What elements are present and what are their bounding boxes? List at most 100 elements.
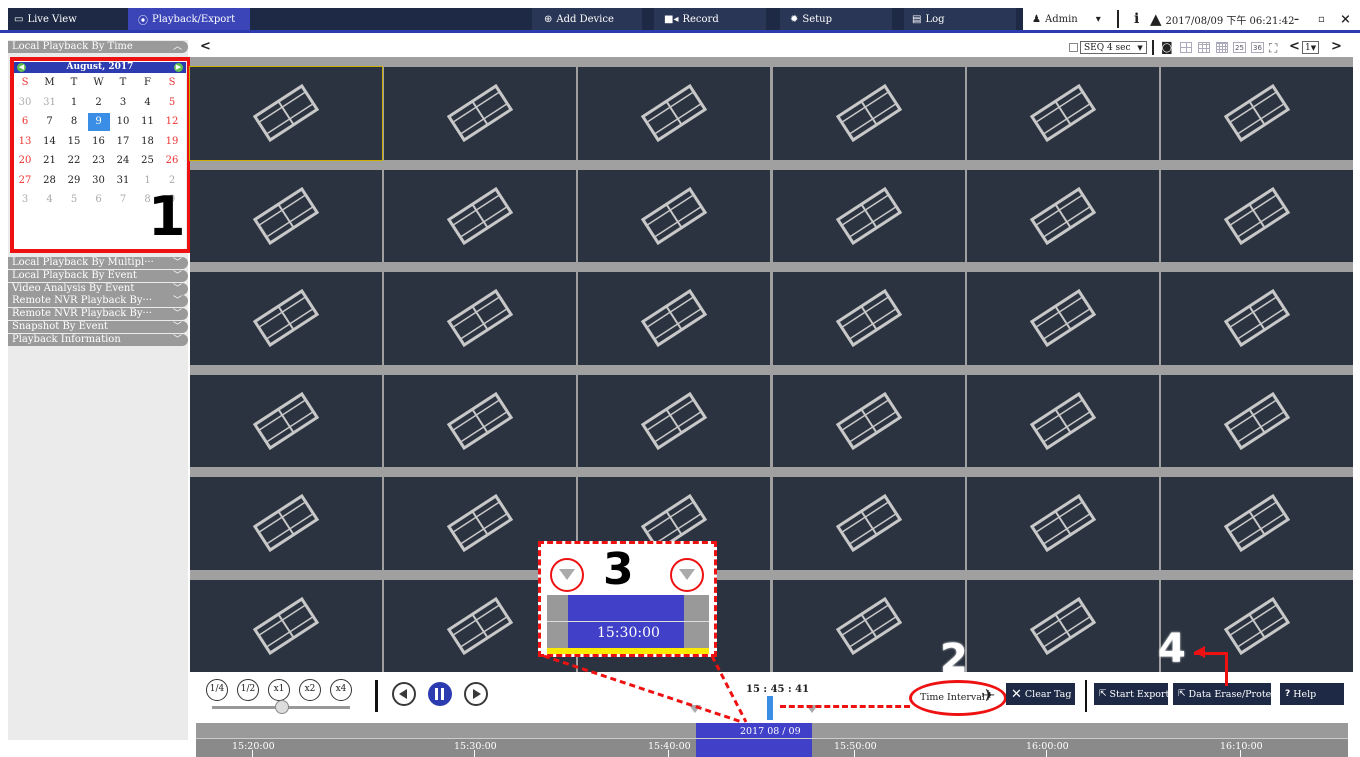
data-erase-protect-button[interactable]: ⇱ Data Erase/Protect ▼ <box>1173 683 1289 705</box>
video-channel-tile[interactable] <box>384 374 577 467</box>
step-back-button[interactable] <box>392 682 416 706</box>
pin-icon[interactable]: ✈ <box>981 686 995 706</box>
tab-live-view[interactable]: ▭ Live View <box>14 10 77 28</box>
sidebar-section[interactable]: Snapshot By Event ﹀ <box>8 321 188 333</box>
video-channel-tile[interactable] <box>384 67 577 160</box>
video-channel-tile[interactable] <box>966 374 1159 467</box>
video-channel-tile[interactable] <box>190 477 383 570</box>
sidebar-section[interactable]: Video Analysis By Event ﹀ <box>8 282 188 295</box>
playhead[interactable] <box>767 696 773 720</box>
layout-25-icon[interactable]: 25 <box>1233 42 1246 53</box>
video-channel-tile[interactable] <box>772 67 965 160</box>
sidebar-section[interactable]: Remote NVR Playback By··· ﹀ <box>8 295 188 308</box>
record-label: Record <box>682 13 719 25</box>
video-channel-tile[interactable] <box>772 579 965 672</box>
film-icon <box>1029 391 1096 450</box>
film-icon <box>1029 289 1096 348</box>
clear-tag-button[interactable]: ✕ Clear Tag <box>1006 683 1075 705</box>
video-channel-tile[interactable] <box>1160 169 1353 262</box>
video-channel-tile[interactable] <box>578 67 771 160</box>
video-channel-tile[interactable] <box>190 169 383 262</box>
video-channel-tile[interactable] <box>966 579 1159 672</box>
interval-start-marker-icon[interactable] <box>689 705 701 713</box>
film-icon <box>641 84 708 143</box>
video-channel-tile[interactable] <box>1160 272 1353 365</box>
user-menu[interactable]: ♟ Admin ▾ <box>1032 10 1101 28</box>
speed-button-x2[interactable]: x2 <box>299 679 321 701</box>
video-channel-tile[interactable] <box>966 477 1159 570</box>
sidebar-section[interactable]: Remote NVR Playback By··· ﹀ <box>8 308 188 321</box>
info-button[interactable]: i <box>1134 10 1139 28</box>
speed-button-x4[interactable]: x4 <box>330 679 352 701</box>
timeline-tick <box>854 750 855 757</box>
log-button[interactable]: ▤ Log <box>912 10 945 28</box>
close-button[interactable]: × <box>1340 10 1351 28</box>
camera-snapshot-icon[interactable]: ◙ <box>1161 40 1173 54</box>
layout-36-icon[interactable]: 36 <box>1251 42 1264 53</box>
video-channel-tile[interactable] <box>188 66 384 161</box>
start-export-button[interactable]: ⇱ Start Export <box>1094 683 1169 705</box>
video-channel-tile[interactable] <box>772 169 965 262</box>
tab-playback-export[interactable]: ⦿ Playback/Export <box>138 10 235 28</box>
add-device-button[interactable]: ⊕ Add Device <box>544 10 614 28</box>
play-circle-icon: ⦿ <box>138 15 148 27</box>
video-channel-tile[interactable] <box>966 169 1159 262</box>
sidebar-section[interactable]: Local Playback By Multipl··· ﹀ <box>8 257 188 269</box>
zoom-time-label: 15:30:00 <box>597 625 660 641</box>
video-channel-tile[interactable] <box>384 169 577 262</box>
section-local-playback-by-time[interactable]: Local Playback By Time ︿ <box>8 41 188 53</box>
top-accent-line <box>0 30 1360 33</box>
step-forward-button[interactable] <box>464 682 488 706</box>
film-icon <box>835 186 902 245</box>
record-button[interactable]: ■◂ Record <box>664 10 719 28</box>
video-channel-tile[interactable] <box>966 272 1159 365</box>
speed-button-1-4[interactable]: 1/4 <box>206 679 228 701</box>
video-channel-tile[interactable] <box>1160 374 1353 467</box>
film-icon <box>252 186 320 245</box>
video-channel-tile[interactable] <box>1160 67 1353 160</box>
video-channel-tile[interactable] <box>1160 477 1353 570</box>
start-marker-icon <box>559 569 575 580</box>
video-channel-tile[interactable] <box>190 374 383 467</box>
speed-slider-handle[interactable] <box>275 700 289 714</box>
film-icon <box>252 391 320 450</box>
restore-button[interactable]: ▫ <box>1318 10 1325 28</box>
speed-button-1-2[interactable]: 1/2 <box>237 679 259 701</box>
help-button[interactable]: ? Help <box>1280 683 1344 705</box>
sidebar-section[interactable]: Local Playback By Event ﹀ <box>8 269 188 282</box>
sidebar-section[interactable]: Playback Information ﹀ <box>8 333 188 346</box>
video-channel-tile[interactable] <box>1160 579 1353 672</box>
seq-checkbox[interactable] <box>1069 43 1078 52</box>
video-channel-tile[interactable] <box>772 272 965 365</box>
help-icon: ? <box>1285 689 1291 699</box>
layout-16-icon[interactable] <box>1216 42 1228 53</box>
video-channel-tile[interactable] <box>772 374 965 467</box>
speed-button-x1[interactable]: x1 <box>268 679 290 701</box>
pause-button[interactable] <box>428 682 452 706</box>
video-channel-tile[interactable] <box>578 272 771 365</box>
layout-4-icon[interactable] <box>1180 42 1192 53</box>
layout-9-icon[interactable] <box>1198 42 1210 53</box>
collapse-sidebar-icon[interactable]: < <box>200 39 211 54</box>
film-icon <box>835 596 902 655</box>
page-select[interactable]: 1▼ <box>1302 41 1320 54</box>
seq-select[interactable]: SEQ 4 sec ▼ <box>1080 41 1147 54</box>
seq-value: SEQ 4 sec <box>1084 43 1131 53</box>
alert-status[interactable]: ▲ 2017/08/09 下午 06:21:42 <box>1150 10 1294 28</box>
prev-page-icon[interactable]: < <box>1289 39 1300 54</box>
video-channel-tile[interactable] <box>190 272 383 365</box>
minimize-button[interactable]: – <box>1294 10 1299 28</box>
fullscreen-icon[interactable]: ⛶ <box>1269 41 1277 56</box>
setup-button[interactable]: ✹ Setup <box>790 10 832 28</box>
chevron-down-icon: ﹀ <box>172 258 182 268</box>
video-channel-tile[interactable] <box>384 272 577 365</box>
video-channel-tile[interactable] <box>966 67 1159 160</box>
play-icon <box>473 689 481 699</box>
video-channel-tile[interactable] <box>578 169 771 262</box>
video-channel-tile[interactable] <box>772 477 965 570</box>
video-channel-tile[interactable] <box>578 374 771 467</box>
film-icon <box>1223 596 1291 655</box>
video-channel-tile[interactable] <box>190 579 383 672</box>
next-page-icon[interactable]: > <box>1331 39 1342 54</box>
timeline-tick <box>252 750 253 757</box>
